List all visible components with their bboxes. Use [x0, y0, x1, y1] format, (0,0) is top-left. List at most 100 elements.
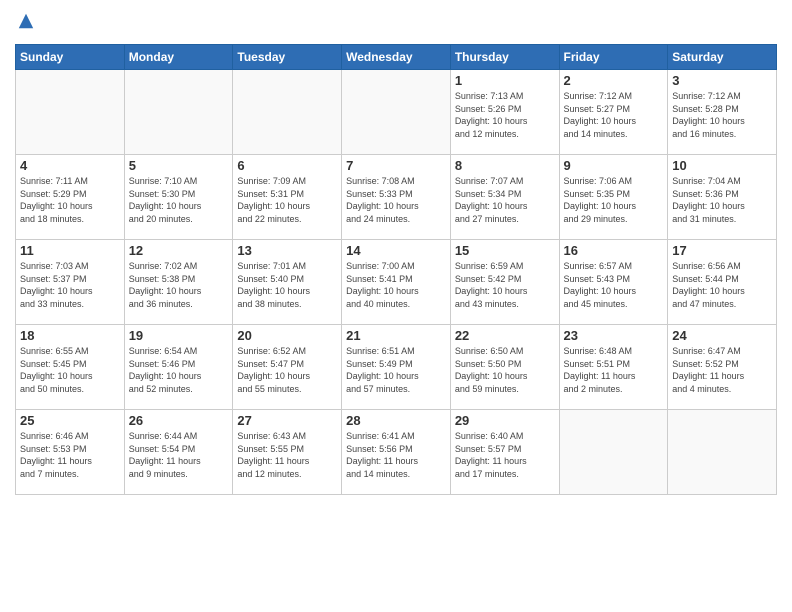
day-info: Sunrise: 7:10 AM Sunset: 5:30 PM Dayligh…	[129, 175, 229, 225]
day-number: 28	[346, 413, 446, 428]
day-info: Sunrise: 6:51 AM Sunset: 5:49 PM Dayligh…	[346, 345, 446, 395]
calendar-cell	[124, 70, 233, 155]
day-info: Sunrise: 7:09 AM Sunset: 5:31 PM Dayligh…	[237, 175, 337, 225]
logo	[15, 10, 35, 36]
calendar-cell: 6 Sunrise: 7:09 AM Sunset: 5:31 PM Daylig…	[233, 155, 342, 240]
calendar-cell: 11Sunrise: 7:03 AM Sunset: 5:37 PM Dayli…	[16, 240, 125, 325]
day-info: Sunrise: 6:46 AM Sunset: 5:53 PM Dayligh…	[20, 430, 120, 480]
calendar-header-row: SundayMondayTuesdayWednesdayThursdayFrid…	[16, 45, 777, 70]
header	[15, 10, 777, 36]
calendar-cell: 22 Sunrise: 6:50 AM Sunset: 5:50 PM Dayli…	[450, 325, 559, 410]
day-header-sunday: Sunday	[16, 45, 125, 70]
day-info: Sunrise: 7:08 AM Sunset: 5:33 PM Dayligh…	[346, 175, 446, 225]
calendar-cell: 23Sunrise: 6:48 AM Sunset: 5:51 PM Dayli…	[559, 325, 668, 410]
week-row-5: 25Sunrise: 6:46 AM Sunset: 5:53 PM Dayli…	[16, 410, 777, 495]
day-number: 22	[455, 328, 555, 343]
day-info: Sunrise: 6:56 AM Sunset: 5:44 PM Dayligh…	[672, 260, 772, 310]
calendar-cell: 17 Sunrise: 6:56 AM Sunset: 5:44 PM Dayli…	[668, 240, 777, 325]
day-info: Sunrise: 7:02 AM Sunset: 5:38 PM Dayligh…	[129, 260, 229, 310]
day-info: Sunrise: 6:54 AM Sunset: 5:46 PM Dayligh…	[129, 345, 229, 395]
day-info: Sunrise: 6:41 AM Sunset: 5:56 PM Dayligh…	[346, 430, 446, 480]
day-info: Sunrise: 6:48 AM Sunset: 5:51 PM Dayligh…	[564, 345, 664, 395]
day-header-thursday: Thursday	[450, 45, 559, 70]
day-info: Sunrise: 6:50 AM Sunset: 5:50 PM Dayligh…	[455, 345, 555, 395]
day-info: Sunrise: 6:59 AM Sunset: 5:42 PM Dayligh…	[455, 260, 555, 310]
day-number: 7	[346, 158, 446, 173]
day-number: 12	[129, 243, 229, 258]
day-number: 14	[346, 243, 446, 258]
calendar-cell	[233, 70, 342, 155]
day-info: Sunrise: 6:57 AM Sunset: 5:43 PM Dayligh…	[564, 260, 664, 310]
calendar-cell	[668, 410, 777, 495]
day-number: 5	[129, 158, 229, 173]
calendar-cell	[342, 70, 451, 155]
day-number: 17	[672, 243, 772, 258]
page: SundayMondayTuesdayWednesdayThursdayFrid…	[0, 0, 792, 612]
calendar: SundayMondayTuesdayWednesdayThursdayFrid…	[15, 44, 777, 495]
calendar-cell: 10 Sunrise: 7:04 AM Sunset: 5:36 PM Dayli…	[668, 155, 777, 240]
day-number: 24	[672, 328, 772, 343]
day-info: Sunrise: 7:06 AM Sunset: 5:35 PM Dayligh…	[564, 175, 664, 225]
day-info: Sunrise: 6:52 AM Sunset: 5:47 PM Dayligh…	[237, 345, 337, 395]
calendar-cell: 28 Sunrise: 6:41 AM Sunset: 5:56 PM Dayli…	[342, 410, 451, 495]
week-row-3: 11Sunrise: 7:03 AM Sunset: 5:37 PM Dayli…	[16, 240, 777, 325]
calendar-cell: 26Sunrise: 6:44 AM Sunset: 5:54 PM Dayli…	[124, 410, 233, 495]
day-info: Sunrise: 7:07 AM Sunset: 5:34 PM Dayligh…	[455, 175, 555, 225]
day-number: 10	[672, 158, 772, 173]
day-info: Sunrise: 7:01 AM Sunset: 5:40 PM Dayligh…	[237, 260, 337, 310]
calendar-cell: 7 Sunrise: 7:08 AM Sunset: 5:33 PM Daylig…	[342, 155, 451, 240]
calendar-cell: 2 Sunrise: 7:12 AM Sunset: 5:27 PM Daylig…	[559, 70, 668, 155]
week-row-4: 18Sunrise: 6:55 AM Sunset: 5:45 PM Dayli…	[16, 325, 777, 410]
day-header-saturday: Saturday	[668, 45, 777, 70]
calendar-cell: 16 Sunrise: 6:57 AM Sunset: 5:43 PM Dayli…	[559, 240, 668, 325]
day-number: 29	[455, 413, 555, 428]
day-number: 11	[20, 243, 120, 258]
calendar-cell: 13 Sunrise: 7:01 AM Sunset: 5:40 PM Dayli…	[233, 240, 342, 325]
calendar-cell	[16, 70, 125, 155]
day-number: 4	[20, 158, 120, 173]
calendar-cell: 4 Sunrise: 7:11 AM Sunset: 5:29 PM Daylig…	[16, 155, 125, 240]
calendar-cell: 24 Sunrise: 6:47 AM Sunset: 5:52 PM Dayli…	[668, 325, 777, 410]
calendar-cell: 20 Sunrise: 6:52 AM Sunset: 5:47 PM Dayli…	[233, 325, 342, 410]
calendar-cell: 18Sunrise: 6:55 AM Sunset: 5:45 PM Dayli…	[16, 325, 125, 410]
day-number: 3	[672, 73, 772, 88]
day-number: 9	[564, 158, 664, 173]
day-number: 26	[129, 413, 229, 428]
day-info: Sunrise: 6:43 AM Sunset: 5:55 PM Dayligh…	[237, 430, 337, 480]
day-number: 6	[237, 158, 337, 173]
day-header-tuesday: Tuesday	[233, 45, 342, 70]
day-number: 13	[237, 243, 337, 258]
day-number: 16	[564, 243, 664, 258]
calendar-cell: 3 Sunrise: 7:12 AM Sunset: 5:28 PM Daylig…	[668, 70, 777, 155]
day-number: 15	[455, 243, 555, 258]
calendar-cell: 12 Sunrise: 7:02 AM Sunset: 5:38 PM Dayli…	[124, 240, 233, 325]
day-info: Sunrise: 6:47 AM Sunset: 5:52 PM Dayligh…	[672, 345, 772, 395]
day-number: 2	[564, 73, 664, 88]
day-number: 27	[237, 413, 337, 428]
day-number: 1	[455, 73, 555, 88]
calendar-cell: 15 Sunrise: 6:59 AM Sunset: 5:42 PM Dayli…	[450, 240, 559, 325]
calendar-cell	[559, 410, 668, 495]
calendar-cell: 27 Sunrise: 6:43 AM Sunset: 5:55 PM Dayli…	[233, 410, 342, 495]
calendar-cell: 9 Sunrise: 7:06 AM Sunset: 5:35 PM Daylig…	[559, 155, 668, 240]
day-header-friday: Friday	[559, 45, 668, 70]
week-row-2: 4 Sunrise: 7:11 AM Sunset: 5:29 PM Daylig…	[16, 155, 777, 240]
day-info: Sunrise: 7:12 AM Sunset: 5:27 PM Dayligh…	[564, 90, 664, 140]
calendar-cell: 8Sunrise: 7:07 AM Sunset: 5:34 PM Daylig…	[450, 155, 559, 240]
week-row-1: 1 Sunrise: 7:13 AM Sunset: 5:26 PM Daylig…	[16, 70, 777, 155]
logo-icon	[17, 12, 35, 30]
day-number: 19	[129, 328, 229, 343]
day-info: Sunrise: 7:12 AM Sunset: 5:28 PM Dayligh…	[672, 90, 772, 140]
day-info: Sunrise: 7:11 AM Sunset: 5:29 PM Dayligh…	[20, 175, 120, 225]
calendar-cell: 21 Sunrise: 6:51 AM Sunset: 5:49 PM Dayli…	[342, 325, 451, 410]
day-number: 18	[20, 328, 120, 343]
day-number: 21	[346, 328, 446, 343]
calendar-cell: 29Sunrise: 6:40 AM Sunset: 5:57 PM Dayli…	[450, 410, 559, 495]
day-info: Sunrise: 7:13 AM Sunset: 5:26 PM Dayligh…	[455, 90, 555, 140]
day-header-monday: Monday	[124, 45, 233, 70]
calendar-cell: 14Sunrise: 7:00 AM Sunset: 5:41 PM Dayli…	[342, 240, 451, 325]
calendar-cell: 1 Sunrise: 7:13 AM Sunset: 5:26 PM Daylig…	[450, 70, 559, 155]
day-info: Sunrise: 7:04 AM Sunset: 5:36 PM Dayligh…	[672, 175, 772, 225]
day-number: 20	[237, 328, 337, 343]
day-header-wednesday: Wednesday	[342, 45, 451, 70]
